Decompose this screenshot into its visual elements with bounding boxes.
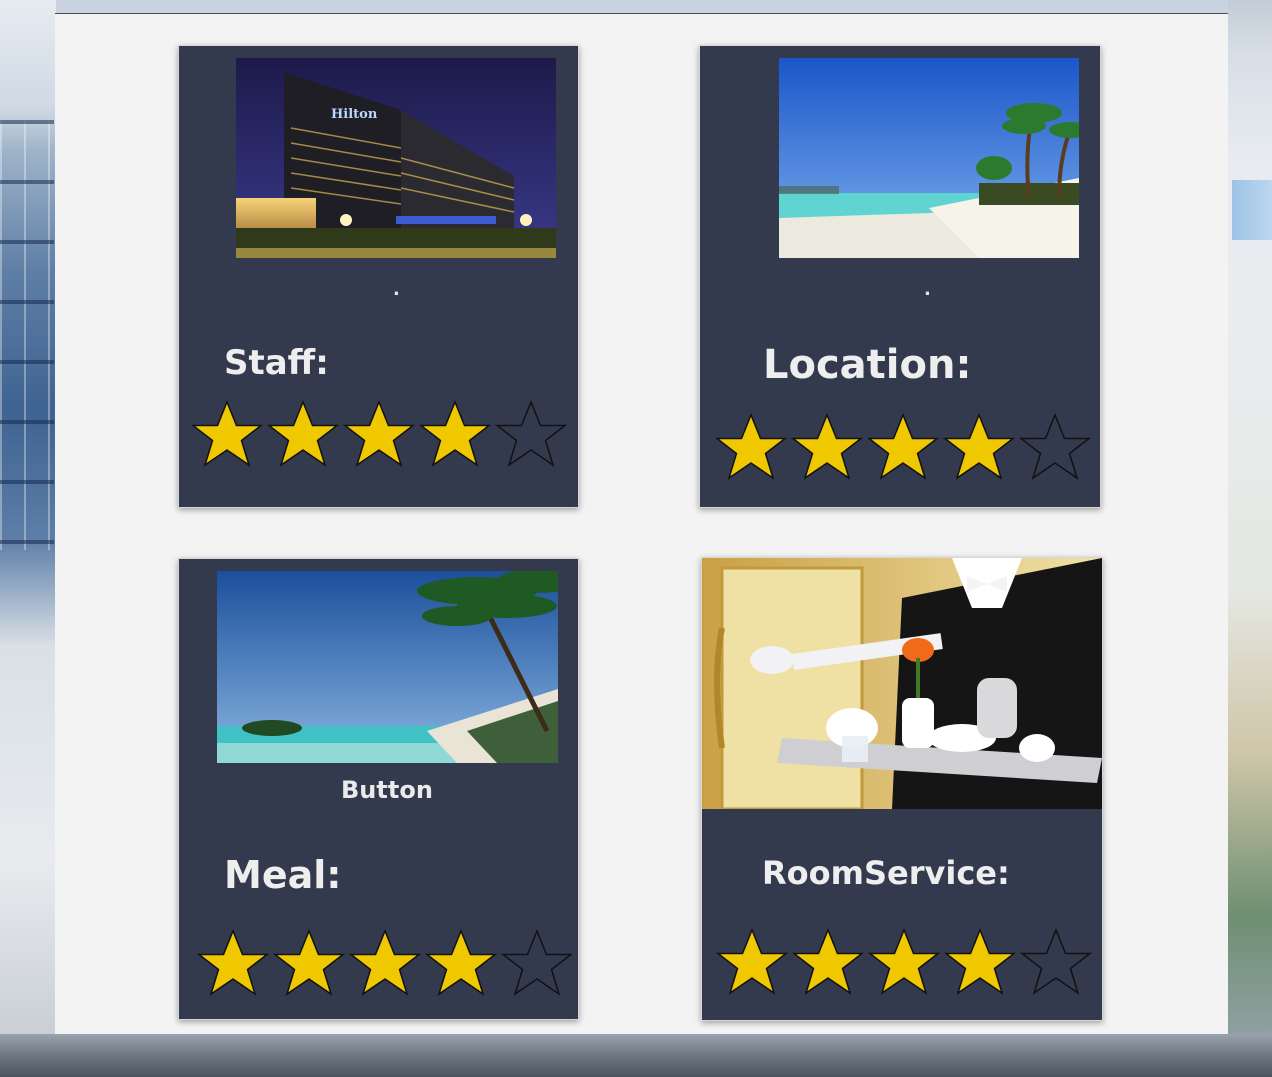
star-filled-icon[interactable] <box>343 400 415 468</box>
background-building-right <box>1228 0 1272 1077</box>
rating-card-meal: Button Meal: <box>178 558 579 1020</box>
star-filled-icon[interactable] <box>425 929 497 997</box>
star-filled-icon[interactable] <box>867 413 939 481</box>
photo-caption: . <box>393 279 400 300</box>
rating-card-roomservice: RoomService: <box>701 557 1103 1021</box>
star-empty-icon[interactable] <box>1019 413 1091 481</box>
rating-label-roomservice: RoomService: <box>762 854 1010 892</box>
rating-card-staff: Hilton . Staff: <box>178 45 579 508</box>
rating-card-location: . Location: <box>699 45 1101 508</box>
star-rating-meal[interactable] <box>197 929 573 997</box>
star-filled-icon[interactable] <box>197 929 269 997</box>
hotel-building-photo: Hilton <box>236 58 556 258</box>
star-rating-location[interactable] <box>715 413 1091 481</box>
hotel-sign-text: Hilton <box>331 107 378 122</box>
photo-button[interactable]: Button <box>341 776 433 804</box>
star-filled-icon[interactable] <box>419 400 491 468</box>
star-filled-icon[interactable] <box>792 928 864 996</box>
star-rating-roomservice[interactable] <box>716 928 1092 996</box>
star-rating-staff[interactable] <box>191 400 567 468</box>
butler-tea-tray-photo <box>702 558 1102 809</box>
background-windows-left <box>0 120 54 550</box>
star-empty-icon[interactable] <box>1020 928 1092 996</box>
star-filled-icon[interactable] <box>715 413 787 481</box>
star-filled-icon[interactable] <box>944 928 1016 996</box>
background-window-right <box>1232 180 1272 240</box>
star-empty-icon[interactable] <box>495 400 567 468</box>
background-pavement <box>0 1034 1272 1077</box>
star-filled-icon[interactable] <box>267 400 339 468</box>
star-filled-icon[interactable] <box>791 413 863 481</box>
tropical-beach-photo <box>779 58 1079 258</box>
beach-island-photo <box>217 571 558 763</box>
rating-label-meal: Meal: <box>224 853 342 897</box>
star-filled-icon[interactable] <box>273 929 345 997</box>
star-filled-icon[interactable] <box>868 928 940 996</box>
rating-label-location: Location: <box>763 342 972 388</box>
star-filled-icon[interactable] <box>943 413 1015 481</box>
rating-label-staff: Staff: <box>224 343 329 383</box>
star-empty-icon[interactable] <box>501 929 573 997</box>
star-filled-icon[interactable] <box>716 928 788 996</box>
star-filled-icon[interactable] <box>191 400 263 468</box>
photo-caption: . <box>924 279 931 300</box>
star-filled-icon[interactable] <box>349 929 421 997</box>
